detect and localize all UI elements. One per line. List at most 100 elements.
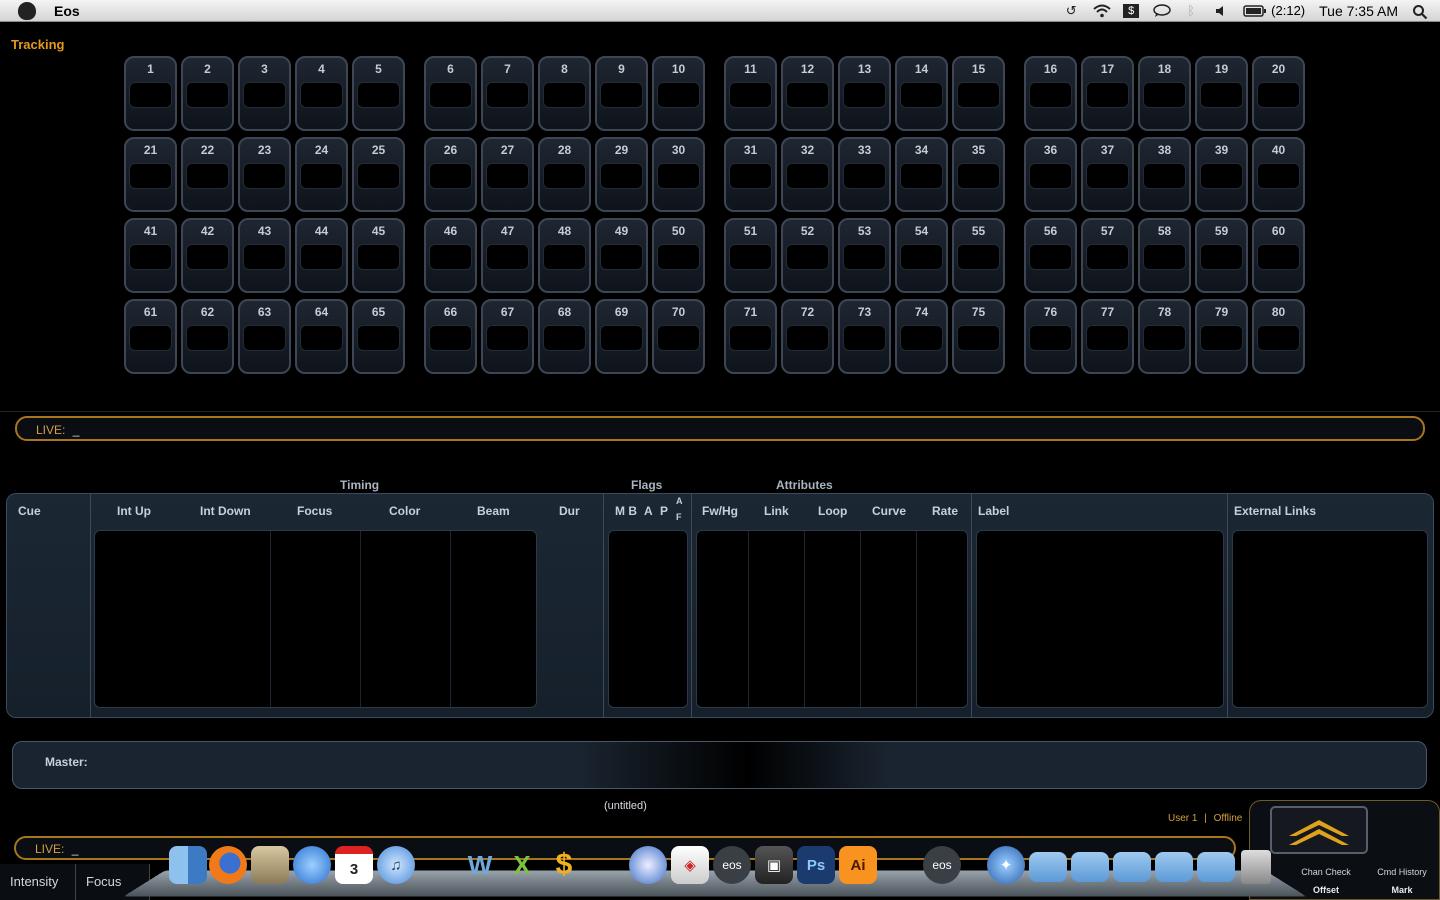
channel-78[interactable]: 78 <box>1138 299 1191 374</box>
channel-14[interactable]: 14 <box>895 56 948 131</box>
channel-67[interactable]: 67 <box>481 299 534 374</box>
bluetooth-icon[interactable]: ᛒ <box>1183 3 1199 18</box>
channel-16[interactable]: 16 <box>1024 56 1077 131</box>
channel-24[interactable]: 24 <box>295 137 348 212</box>
channel-61[interactable]: 61 <box>124 299 177 374</box>
apple-menu-icon[interactable] <box>18 1 36 20</box>
channel-31[interactable]: 31 <box>724 137 777 212</box>
column-header-link[interactable]: Link <box>764 504 789 518</box>
channel-26[interactable]: 26 <box>424 137 477 212</box>
column-header-curve[interactable]: Curve <box>872 504 906 518</box>
column-header-beam[interactable]: Beam <box>477 504 510 518</box>
channel-63[interactable]: 63 <box>238 299 291 374</box>
channel-9[interactable]: 9 <box>595 56 648 131</box>
channel-30[interactable]: 30 <box>652 137 705 212</box>
channel-32[interactable]: 32 <box>781 137 834 212</box>
channel-69[interactable]: 69 <box>595 299 648 374</box>
channel-13[interactable]: 13 <box>838 56 891 131</box>
command-line-top[interactable]: LIVE: _ <box>15 416 1425 441</box>
channel-57[interactable]: 57 <box>1081 218 1134 293</box>
photoshop-icon[interactable]: Ps <box>797 846 835 884</box>
folder-icon[interactable] <box>1029 852 1067 882</box>
channel-34[interactable]: 34 <box>895 137 948 212</box>
channel-15[interactable]: 15 <box>952 56 1005 131</box>
channel-80[interactable]: 80 <box>1252 299 1305 374</box>
folder-icon[interactable] <box>1155 852 1193 882</box>
channel-71[interactable]: 71 <box>724 299 777 374</box>
channel-75[interactable]: 75 <box>952 299 1005 374</box>
channel-47[interactable]: 47 <box>481 218 534 293</box>
channel-33[interactable]: 33 <box>838 137 891 212</box>
safari-icon[interactable] <box>629 846 667 884</box>
channel-22[interactable]: 22 <box>181 137 234 212</box>
channel-62[interactable]: 62 <box>181 299 234 374</box>
folder-icon[interactable] <box>1113 852 1151 882</box>
channel-55[interactable]: 55 <box>952 218 1005 293</box>
channel-74[interactable]: 74 <box>895 299 948 374</box>
channel-27[interactable]: 27 <box>481 137 534 212</box>
label-data-area[interactable] <box>976 530 1224 708</box>
trash-icon[interactable] <box>1241 850 1271 884</box>
softkey-chan-check[interactable]: Chan Check <box>1291 867 1361 877</box>
tab-intensity[interactable]: Intensity <box>0 864 76 900</box>
folder-icon[interactable] <box>1071 852 1109 882</box>
channel-73[interactable]: 73 <box>838 299 891 374</box>
dropbox-icon[interactable]: $ <box>1123 3 1140 18</box>
softkey-cmd-history[interactable]: Cmd History <box>1367 867 1437 877</box>
external-links-data-area[interactable] <box>1232 530 1428 708</box>
channel-51[interactable]: 51 <box>724 218 777 293</box>
channel-50[interactable]: 50 <box>652 218 705 293</box>
time-machine-icon[interactable]: ↺ <box>1063 3 1079 18</box>
column-header-fwhg[interactable]: Fw/Hg <box>702 504 738 518</box>
column-header-dur[interactable]: Dur <box>559 504 580 518</box>
channel-36[interactable]: 36 <box>1024 137 1077 212</box>
channel-25[interactable]: 25 <box>352 137 405 212</box>
channel-66[interactable]: 66 <box>424 299 477 374</box>
channel-28[interactable]: 28 <box>538 137 591 212</box>
channel-21[interactable]: 21 <box>124 137 177 212</box>
channel-4[interactable]: 4 <box>295 56 348 131</box>
column-header-external-links[interactable]: External Links <box>1234 504 1316 518</box>
column-header-rate[interactable]: Rate <box>932 504 958 518</box>
channel-1[interactable]: 1 <box>124 56 177 131</box>
channel-7[interactable]: 7 <box>481 56 534 131</box>
spotlight-icon[interactable] <box>1412 4 1428 19</box>
channel-29[interactable]: 29 <box>595 137 648 212</box>
firefox-icon[interactable] <box>209 846 247 884</box>
channel-77[interactable]: 77 <box>1081 299 1134 374</box>
volume-icon[interactable] <box>1213 4 1229 18</box>
column-header-label[interactable]: Label <box>978 504 1009 518</box>
channel-52[interactable]: 52 <box>781 218 834 293</box>
channel-2[interactable]: 2 <box>181 56 234 131</box>
column-header-int-down[interactable]: Int Down <box>200 504 251 518</box>
word-icon[interactable]: W <box>461 846 499 884</box>
dollar-icon[interactable]: $ <box>545 846 583 884</box>
channel-5[interactable]: 5 <box>352 56 405 131</box>
mail-icon[interactable] <box>251 846 289 884</box>
channel-40[interactable]: 40 <box>1252 137 1305 212</box>
iphoto-icon[interactable]: ▣ <box>755 846 793 884</box>
channel-53[interactable]: 53 <box>838 218 891 293</box>
channel-70[interactable]: 70 <box>652 299 705 374</box>
finder-icon[interactable] <box>169 846 207 884</box>
channel-42[interactable]: 42 <box>181 218 234 293</box>
channel-37[interactable]: 37 <box>1081 137 1134 212</box>
channel-12[interactable]: 12 <box>781 56 834 131</box>
channel-35[interactable]: 35 <box>952 137 1005 212</box>
column-header-flags-p[interactable]: P <box>660 504 668 518</box>
wifi-icon[interactable] <box>1093 4 1111 18</box>
channel-49[interactable]: 49 <box>595 218 648 293</box>
channel-44[interactable]: 44 <box>295 218 348 293</box>
channel-58[interactable]: 58 <box>1138 218 1191 293</box>
eos-icon[interactable]: eos <box>713 846 751 884</box>
channel-59[interactable]: 59 <box>1195 218 1248 293</box>
channel-68[interactable]: 68 <box>538 299 591 374</box>
app-menu-name[interactable]: Eos <box>54 3 80 19</box>
column-header-color[interactable]: Color <box>389 504 420 518</box>
channel-43[interactable]: 43 <box>238 218 291 293</box>
channel-56[interactable]: 56 <box>1024 218 1077 293</box>
channel-45[interactable]: 45 <box>352 218 405 293</box>
ical-icon[interactable]: 3 <box>335 846 373 884</box>
channel-41[interactable]: 41 <box>124 218 177 293</box>
channel-17[interactable]: 17 <box>1081 56 1134 131</box>
